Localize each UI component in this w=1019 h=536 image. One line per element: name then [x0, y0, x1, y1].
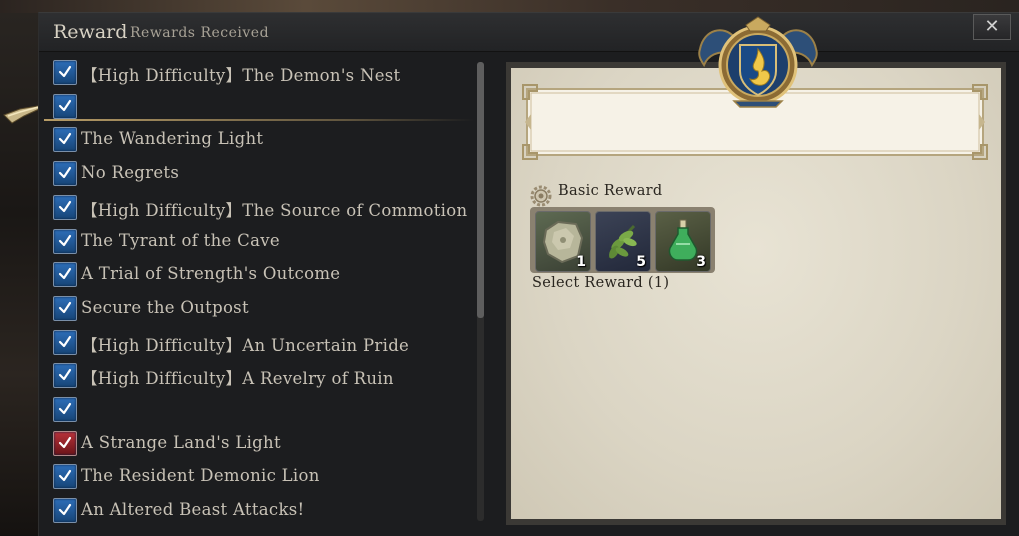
- select-reward-label: Select Reward (1): [532, 275, 670, 291]
- quest-checkbox[interactable]: [53, 60, 77, 85]
- checkmark-icon: [58, 301, 72, 313]
- checkmark-icon: [58, 65, 72, 78]
- quest-title: 【High Difficulty】An Uncertain Pride: [81, 335, 410, 355]
- item-quantity: 3: [696, 254, 706, 270]
- checkmark-icon: [58, 503, 72, 516]
- quest-checkbox[interactable]: [53, 228, 77, 254]
- checkmark-icon: [58, 369, 72, 381]
- quest-list-item[interactable]: Secure the Outpost: [52, 293, 477, 323]
- checkmark-icon: [58, 470, 72, 482]
- selected-row-divider: [44, 119, 474, 121]
- item-quantity: 1: [576, 254, 586, 270]
- checkmark-icon: [58, 166, 72, 179]
- game-backdrop: [0, 0, 40, 535]
- quest-title: A Trial of Strength's Outcome: [81, 264, 341, 284]
- quest-checkbox[interactable]: [53, 93, 77, 119]
- quest-list-item[interactable]: [52, 394, 477, 424]
- quest-list-item[interactable]: No Regrets: [52, 158, 477, 188]
- quest-checkbox[interactable]: [53, 397, 77, 422]
- close-button[interactable]: ✕: [973, 14, 1011, 40]
- quest-title: Secure the Outpost: [81, 297, 249, 317]
- checkmark-icon: [58, 268, 72, 280]
- window-title: Reward: [53, 21, 128, 43]
- reward-slot[interactable]: 1: [535, 211, 591, 272]
- quest-list-item[interactable]: The Resident Demonic Lion: [52, 461, 477, 491]
- quest-list-item[interactable]: 【High Difficulty】The Demon's Nest: [52, 57, 477, 87]
- quest-checkbox[interactable]: [53, 363, 77, 389]
- quest-list-item[interactable]: The Wandering Light: [52, 124, 477, 154]
- title-bar[interactable]: Reward Rewards Received ✕: [39, 13, 1019, 52]
- quest-title: An Altered Beast Attacks!: [81, 500, 305, 520]
- quest-checkbox[interactable]: [53, 498, 77, 524]
- quest-list-item[interactable]: [52, 91, 477, 121]
- checkmark-icon: [58, 234, 72, 246]
- quest-checkbox[interactable]: [53, 127, 77, 153]
- quest-title: A Strange Land's Light: [81, 432, 281, 452]
- guild-crest-emblem: [698, 16, 818, 108]
- quest-list-scrollbar[interactable]: [477, 62, 484, 521]
- quest-title: No Regrets: [81, 163, 180, 183]
- quest-list-item[interactable]: A Strange Land's Light: [52, 428, 477, 458]
- quest-title: 【High Difficulty】The Demon's Nest: [81, 66, 401, 85]
- quest-checkbox[interactable]: [53, 194, 77, 220]
- reward-item-tray: 1 5 3: [530, 207, 715, 273]
- quest-title: The Resident Demonic Lion: [81, 466, 320, 486]
- quest-checkbox[interactable]: [53, 329, 77, 355]
- window-subtitle: Rewards Received: [130, 25, 270, 41]
- reward-slot[interactable]: 5: [595, 211, 651, 272]
- close-icon: ✕: [984, 16, 1000, 37]
- quest-checkbox[interactable]: [53, 295, 77, 321]
- scrollbar-thumb[interactable]: [477, 62, 484, 318]
- quest-checkbox[interactable]: [53, 464, 77, 490]
- quest-list-item[interactable]: The Tyrant of the Cave: [52, 226, 477, 256]
- quest-title: 【High Difficulty】The Source of Commotion: [81, 200, 468, 220]
- quest-checkbox[interactable]: [53, 262, 77, 288]
- quest-title: The Tyrant of the Cave: [81, 230, 280, 250]
- item-quantity: 5: [636, 254, 646, 270]
- quest-list-item[interactable]: 【High Difficulty】An Uncertain Pride: [52, 327, 477, 357]
- quest-checkbox[interactable]: [53, 161, 77, 187]
- quest-title: 【High Difficulty】A Revelry of Ruin: [81, 369, 394, 389]
- checkmark-icon: [58, 200, 72, 212]
- quest-list-item[interactable]: A Trial of Strength's Outcome: [52, 259, 477, 289]
- quest-title: The Wandering Light: [81, 129, 264, 149]
- quest-checkbox[interactable]: [53, 430, 77, 456]
- reward-slot[interactable]: 3: [655, 211, 711, 272]
- checkmark-icon: [58, 335, 72, 347]
- checkmark-icon: [58, 436, 72, 448]
- checkmark-icon: [58, 133, 72, 145]
- quest-list-item[interactable]: 【High Difficulty】The Source of Commotion: [52, 192, 477, 222]
- checkmark-icon: [58, 402, 72, 415]
- reward-gear-icon: [530, 185, 552, 207]
- quest-list: 【High Difficulty】The Demon's Nest The Wan…: [52, 57, 477, 527]
- checkmark-icon: [58, 99, 72, 111]
- quest-list-item[interactable]: An Altered Beast Attacks!: [52, 495, 477, 525]
- quest-list-item[interactable]: 【High Difficulty】A Revelry of Ruin: [52, 360, 477, 390]
- basic-reward-label: Basic Reward: [558, 183, 663, 199]
